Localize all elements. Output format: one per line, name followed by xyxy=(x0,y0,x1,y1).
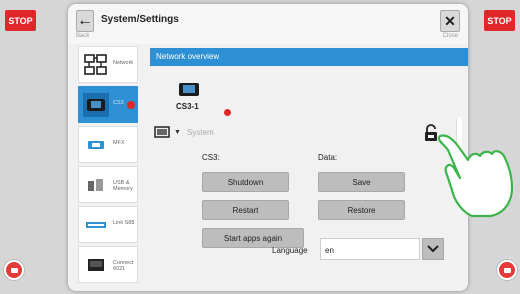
cs3-device-icon[interactable] xyxy=(178,82,204,99)
language-dropdown-button[interactable] xyxy=(422,238,444,260)
restart-button[interactable]: Restart xyxy=(202,200,289,220)
connect-6021-icon xyxy=(83,253,109,277)
alert-dot xyxy=(127,101,135,109)
device-name: CS3-1 xyxy=(176,102,199,111)
shutdown-button[interactable]: Shutdown xyxy=(202,172,289,192)
sidebar-item-mfx[interactable]: MFX xyxy=(78,126,138,163)
mfx-icon xyxy=(83,133,109,157)
window-header: ← Back System/Settings ✕ Close xyxy=(68,4,468,44)
sidebar-item-label: Connect 6021 xyxy=(113,260,134,272)
caret-down-icon: ▼ xyxy=(174,128,181,136)
chevron-down-icon xyxy=(427,245,439,253)
main-panel: Network overview CS3-1 ▼ System CS3: Dat… xyxy=(150,48,468,288)
sidebar-item-usb-memory[interactable]: USB & Memory xyxy=(78,166,138,203)
sidebar-item-connect-6021[interactable]: Connect 6021 xyxy=(78,246,138,283)
page-title: System/Settings xyxy=(101,14,179,25)
link-s88-icon xyxy=(83,213,109,237)
record-icon-left[interactable] xyxy=(4,260,24,280)
sidebar-item-label: MFX xyxy=(113,140,125,146)
system-selector[interactable]: ▼ System xyxy=(150,124,450,140)
language-field[interactable]: en xyxy=(320,238,420,260)
restore-button[interactable]: Restore xyxy=(318,200,405,220)
sidebar: Network CS3 MFX USB & Memory Link S88 Co… xyxy=(78,46,138,286)
stop-button-left[interactable]: STOP xyxy=(5,10,36,31)
language-label: Language xyxy=(272,246,308,255)
cs3-column-label: CS3: xyxy=(202,153,220,162)
status-dot xyxy=(224,109,231,116)
screen: STOP STOP ← Back System/Settings ✕ Close xyxy=(0,0,520,294)
sidebar-item-label: Link S88 xyxy=(113,220,135,226)
sidebar-item-cs3[interactable]: CS3 xyxy=(78,86,138,123)
system-label: System xyxy=(186,127,214,137)
close-label: Close xyxy=(442,33,458,39)
sidebar-item-link-s88[interactable]: Link S88 xyxy=(78,206,138,243)
network-icon xyxy=(83,53,109,77)
close-button[interactable]: ✕ xyxy=(440,10,460,32)
sidebar-item-label: USB & Memory xyxy=(113,180,133,192)
stop-button-right[interactable]: STOP xyxy=(484,10,515,31)
cs3-device-icon xyxy=(83,93,109,117)
pointing-hand-icon xyxy=(437,134,514,218)
usb-memory-icon xyxy=(83,173,109,197)
data-column-label: Data: xyxy=(318,153,338,162)
back-label: Back xyxy=(76,33,90,39)
save-button[interactable]: Save xyxy=(318,172,405,192)
start-apps-button[interactable]: Start apps again xyxy=(202,228,304,248)
back-button[interactable]: ← xyxy=(76,10,94,32)
arrow-left-icon: ← xyxy=(77,12,93,29)
monitor-icon xyxy=(154,126,170,138)
record-icon-right[interactable] xyxy=(497,260,517,280)
sidebar-item-network[interactable]: Network xyxy=(78,46,138,83)
section-title: Network overview xyxy=(150,48,468,66)
sidebar-item-label: Network xyxy=(113,60,134,66)
